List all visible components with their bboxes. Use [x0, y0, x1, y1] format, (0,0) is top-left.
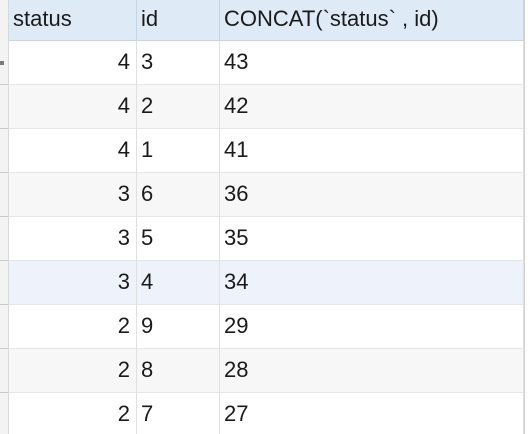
- table-body: 4 3 43 4 2 42 4 1 41 3 6 36 3 5 35 3 4 3…: [9, 41, 524, 434]
- row-divider: [0, 84, 8, 85]
- cell-status[interactable]: 4: [9, 85, 137, 129]
- cell-id[interactable]: 9: [137, 305, 220, 349]
- column-header-id[interactable]: id: [137, 0, 220, 40]
- cell-id[interactable]: 4: [137, 261, 220, 305]
- row-divider: [0, 172, 8, 173]
- cell-concat[interactable]: 28: [220, 349, 524, 393]
- cell-concat[interactable]: 35: [220, 217, 524, 261]
- cell-status[interactable]: 2: [9, 393, 137, 434]
- cell-status[interactable]: 4: [9, 129, 137, 173]
- column-header-row: status id CONCAT(`status` , id): [9, 0, 524, 41]
- table-row[interactable]: 3 5 35: [9, 217, 524, 261]
- row-divider: [0, 392, 8, 393]
- row-divider: [0, 128, 8, 129]
- row-divider: [0, 216, 8, 217]
- cell-concat[interactable]: 43: [220, 41, 524, 85]
- cell-concat[interactable]: 27: [220, 393, 524, 434]
- row-divider: [0, 348, 8, 349]
- table-row[interactable]: 2 7 27: [9, 393, 524, 434]
- grid-right-edge: [524, 0, 530, 434]
- cell-concat[interactable]: 29: [220, 305, 524, 349]
- cell-status[interactable]: 3: [9, 217, 137, 261]
- cell-status[interactable]: 4: [9, 41, 137, 85]
- cell-concat[interactable]: 34: [220, 261, 524, 305]
- cell-concat[interactable]: 41: [220, 129, 524, 173]
- cell-status[interactable]: 3: [9, 261, 137, 305]
- table-row[interactable]: 2 9 29: [9, 305, 524, 349]
- cell-id[interactable]: 6: [137, 173, 220, 217]
- row-divider: [0, 260, 8, 261]
- cell-status[interactable]: 2: [9, 305, 137, 349]
- row-selector-strip[interactable]: [0, 0, 9, 434]
- cell-status[interactable]: 3: [9, 173, 137, 217]
- cell-concat[interactable]: 36: [220, 173, 524, 217]
- table-row[interactable]: 3 6 36: [9, 173, 524, 217]
- column-header-status[interactable]: status: [9, 0, 137, 40]
- table-row[interactable]: 2 8 28: [9, 349, 524, 393]
- cell-id[interactable]: 5: [137, 217, 220, 261]
- cell-status[interactable]: 2: [9, 349, 137, 393]
- table-row[interactable]: 3 4 34: [9, 261, 524, 305]
- cell-id[interactable]: 7: [137, 393, 220, 434]
- table-row[interactable]: 4 2 42: [9, 85, 524, 129]
- cell-concat[interactable]: 42: [220, 85, 524, 129]
- column-header-concat[interactable]: CONCAT(`status` , id): [220, 0, 524, 40]
- table-row[interactable]: 4 3 43: [9, 41, 524, 85]
- cell-id[interactable]: 3: [137, 41, 220, 85]
- row-divider: [0, 304, 8, 305]
- cell-id[interactable]: 1: [137, 129, 220, 173]
- cell-id[interactable]: 8: [137, 349, 220, 393]
- result-grid: status id CONCAT(`status` , id) 4 3 43 4…: [0, 0, 530, 434]
- current-row-indicator-icon: [0, 61, 4, 65]
- table-row[interactable]: 4 1 41: [9, 129, 524, 173]
- cell-id[interactable]: 2: [137, 85, 220, 129]
